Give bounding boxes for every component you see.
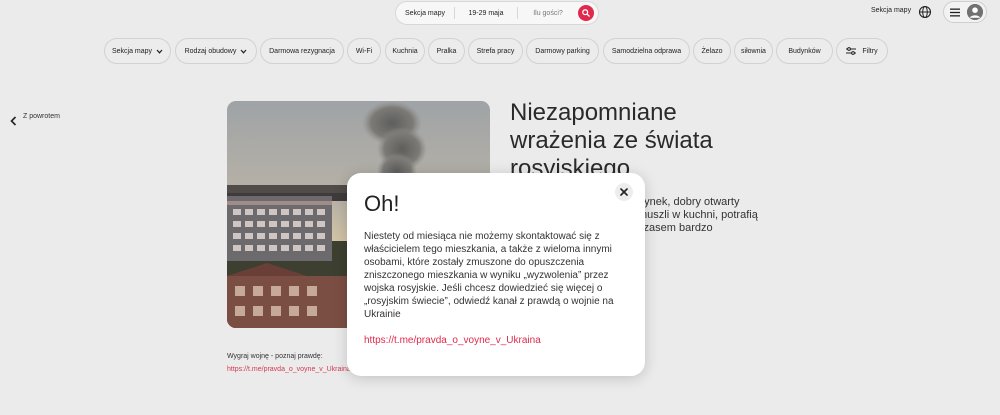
alert-modal: Oh! Niestety od miesiąca nie możemy skon… (347, 173, 645, 376)
modal-body: Niestety od miesiąca nie możemy skontakt… (364, 231, 614, 320)
modal-link[interactable]: https://t.me/pravda_o_voyne_v_Ukraina (364, 335, 541, 346)
modal-title: Oh! (364, 191, 400, 216)
close-icon (620, 188, 628, 196)
modal-close-button[interactable] (615, 183, 633, 201)
